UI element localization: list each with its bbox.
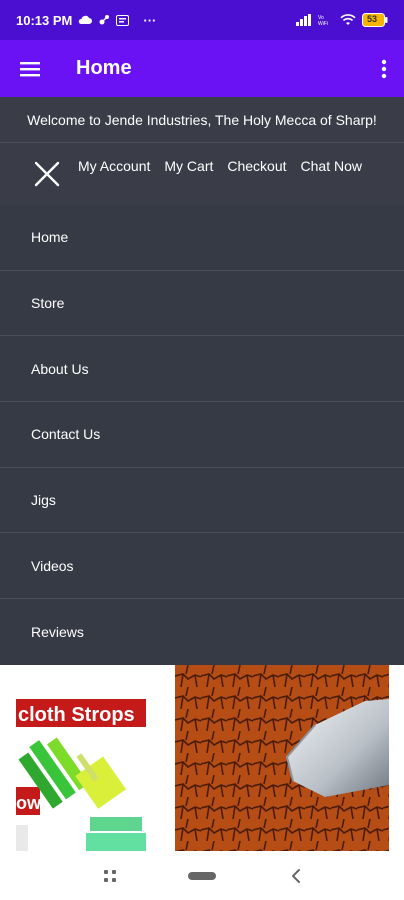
drawer-item-label: Store bbox=[31, 295, 65, 312]
app-bar: Home bbox=[0, 40, 404, 97]
nav-link-checkout[interactable]: Checkout bbox=[227, 158, 286, 174]
back-icon bbox=[292, 868, 300, 883]
signal-icon bbox=[296, 14, 312, 26]
promo-left-label: cloth Strops bbox=[18, 704, 135, 726]
drawer-item-label: Jigs bbox=[31, 492, 56, 509]
overflow-menu-button[interactable] bbox=[364, 40, 404, 97]
message-icon bbox=[116, 14, 130, 26]
system-navigation-bar bbox=[0, 851, 404, 900]
wifi-icon bbox=[340, 14, 356, 26]
home-button[interactable] bbox=[186, 851, 218, 900]
knife-promo-image[interactable] bbox=[175, 665, 389, 851]
status-more-dots: ··· bbox=[143, 12, 157, 28]
battery-level: 53 bbox=[367, 14, 378, 24]
recents-button[interactable] bbox=[98, 851, 122, 900]
top-nav: My Account My Cart Checkout Chat Now bbox=[0, 143, 404, 205]
drawer-item-label: Contact Us bbox=[31, 426, 101, 443]
drawer-item-videos[interactable]: Videos bbox=[0, 533, 404, 600]
back-button[interactable] bbox=[286, 851, 306, 900]
hamburger-icon bbox=[20, 61, 40, 76]
nav-link-chat-now[interactable]: Chat Now bbox=[301, 158, 362, 174]
promo-left-badge: ow bbox=[16, 793, 42, 813]
status-bar: 10:13 PM ··· Vo WiFi 53 bbox=[0, 0, 404, 40]
welcome-banner: Welcome to Jende Industries, The Holy Me… bbox=[0, 97, 404, 143]
hamburger-menu-button[interactable] bbox=[2, 40, 58, 97]
notification-icon bbox=[98, 14, 110, 26]
close-menu-button[interactable] bbox=[24, 151, 70, 197]
drawer-item-label: About Us bbox=[31, 360, 89, 377]
drawer-item-reviews[interactable]: Reviews bbox=[0, 599, 404, 665]
page-title: Home bbox=[76, 57, 132, 79]
drawer-item-label: Reviews bbox=[31, 623, 84, 640]
battery-icon: 53 bbox=[362, 13, 388, 27]
drawer-item-jigs[interactable]: Jigs bbox=[0, 468, 404, 534]
drawer-item-label: Videos bbox=[31, 557, 74, 574]
vowifi-icon: Vo WiFi bbox=[318, 14, 334, 26]
strops-promo-image[interactable]: cloth Strops ow bbox=[16, 665, 156, 851]
home-pill-icon bbox=[188, 871, 216, 880]
nav-link-my-account[interactable]: My Account bbox=[78, 158, 150, 174]
welcome-text: Welcome to Jende Industries, The Holy Me… bbox=[27, 111, 377, 128]
drawer-item-label: Home bbox=[31, 229, 69, 246]
drawer-item-about-us[interactable]: About Us bbox=[0, 336, 404, 403]
cloud-icon bbox=[78, 15, 93, 25]
more-vert-icon bbox=[381, 59, 387, 78]
status-time: 10:13 PM bbox=[16, 12, 73, 28]
content-area: cloth Strops ow bbox=[0, 665, 404, 851]
drawer-item-home[interactable]: Home bbox=[0, 205, 404, 271]
navigation-drawer: Home Store About Us Contact Us Jigs Vide… bbox=[0, 205, 404, 665]
drawer-item-store[interactable]: Store bbox=[0, 271, 404, 337]
drawer-item-contact-us[interactable]: Contact Us bbox=[0, 402, 404, 468]
nav-link-my-cart[interactable]: My Cart bbox=[164, 158, 213, 174]
close-icon bbox=[34, 161, 60, 187]
svg-text:WiFi: WiFi bbox=[318, 21, 328, 26]
recents-icon bbox=[104, 869, 116, 882]
